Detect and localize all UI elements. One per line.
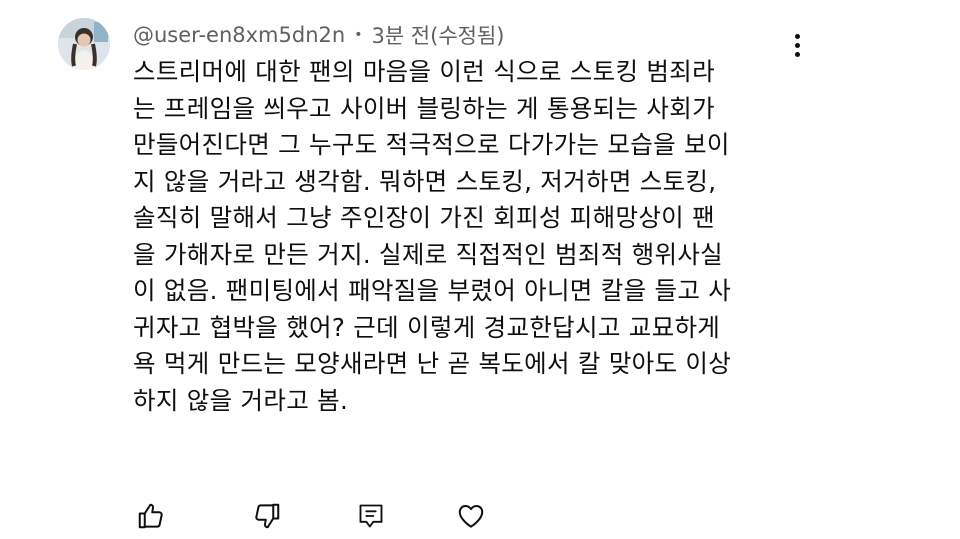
separator-dot: • xyxy=(354,27,363,43)
thumbs-down-icon xyxy=(255,503,280,529)
comment-line: 욕 먹게 만드는 모양새라면 난 곧 복도에서 칼 맞아도 이상 xyxy=(133,349,732,378)
timestamp[interactable]: 3분 전(수정됨) xyxy=(371,20,504,50)
comment-line: 는 프레임을 씌우고 사이버 블링하는 게 통용되는 사회가 xyxy=(133,93,715,123)
comment-line: 귀자고 협박을 했어? 근데 이렇게 경교한답시고 교묘하게 xyxy=(133,312,721,342)
comment-text: 스트리머에 대한 팬의 마음을 이런 식으로 스토킹 범죄라 는 프레임을 씌우… xyxy=(133,54,793,419)
comment-actions xyxy=(134,498,514,536)
author-handle[interactable]: @user-en8xm5dn2n xyxy=(133,23,345,47)
comment-line: 하지 않을 거라고 봄. xyxy=(133,385,349,415)
reply-button[interactable] xyxy=(354,498,388,534)
heart-icon xyxy=(458,505,484,528)
comment-line: 스트리머에 대한 팬의 마음을 이런 식으로 스토킹 범죄라 xyxy=(133,57,715,86)
reply-icon xyxy=(359,504,383,528)
comment-line: 지 않을 거라고 생각함. 뭐하면 스토킹, 저거하면 스토킹, xyxy=(133,166,717,196)
comment-header: @user-en8xm5dn2n • 3분 전(수정됨) xyxy=(133,20,504,50)
comment-line: 솔직히 말해서 그냥 주인장이 가진 회피성 피해망상이 팬 xyxy=(133,203,715,232)
comment-line: 이 없음. 팬미팅에서 패악질을 부렸어 아니면 칼을 들고 사 xyxy=(133,276,732,305)
comment-thread: @user-en8xm5dn2n • 3분 전(수정됨) 스트리머에 대한 팬의… xyxy=(0,0,960,539)
thumbs-up-icon xyxy=(138,503,163,529)
heart-button[interactable] xyxy=(454,498,488,534)
avatar[interactable] xyxy=(58,18,110,70)
dislike-button[interactable] xyxy=(250,498,284,534)
comment-line: 을 가해자로 만든 거지. 실제로 직접적인 범죄적 행위사실 xyxy=(133,239,724,269)
like-button[interactable] xyxy=(134,498,168,534)
comment-line: 만들어진다면 그 누구도 적극적으로 다가가는 모습을 보이 xyxy=(133,130,730,159)
